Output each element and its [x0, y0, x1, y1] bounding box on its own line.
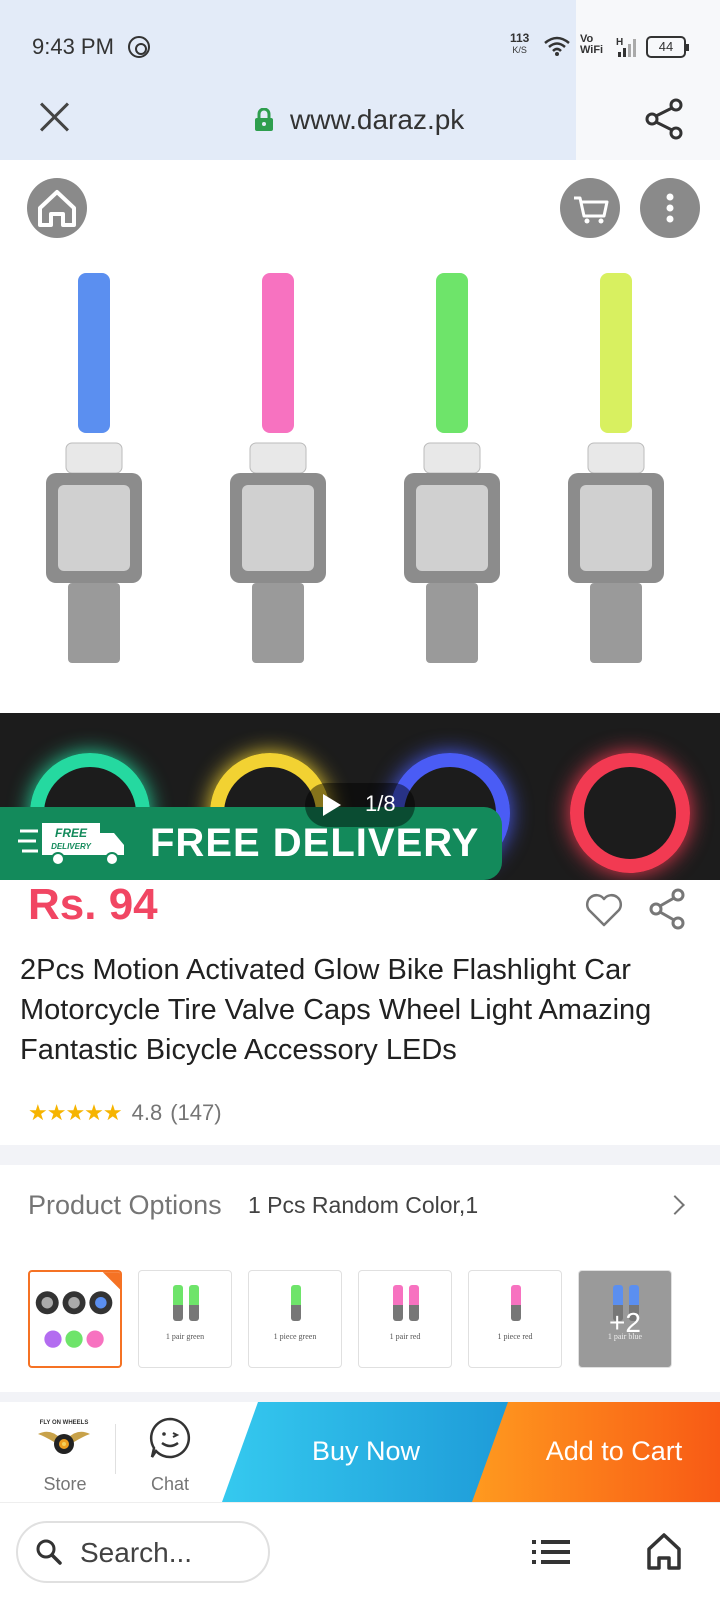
- play-icon: [323, 794, 341, 816]
- home-button[interactable]: [27, 178, 87, 238]
- add-to-cart-button[interactable]: Add to Cart: [472, 1402, 720, 1502]
- lock-icon: [255, 108, 273, 131]
- network-speed: 113 K/S: [510, 32, 529, 56]
- store-logo: FLY ON WHEELS: [38, 1420, 90, 1454]
- whatsapp-icon: [128, 36, 150, 58]
- option-thumbnail[interactable]: 1 pair green: [138, 1270, 232, 1368]
- video-play-button[interactable]: 1/8: [305, 783, 415, 827]
- add-to-cart-label: Add to Cart: [545, 1436, 683, 1466]
- option-thumbnail-more[interactable]: +2 1 pair blue: [578, 1270, 672, 1368]
- status-time: 9:43 PM: [32, 34, 114, 59]
- home-icon: [38, 190, 76, 227]
- network-speed-unit: K/S: [512, 45, 527, 55]
- product-title: 2Pcs Motion Activated Glow Bike Flashlig…: [20, 954, 652, 1066]
- option-caption: 1 piece red: [497, 1332, 533, 1341]
- chat-label: Chat: [150, 1474, 190, 1494]
- valve-light-green: [404, 273, 500, 663]
- image-counter: 1/8: [365, 791, 396, 816]
- option-caption: 1 pair blue: [607, 1332, 643, 1341]
- assorted-caps-image: [35, 1272, 120, 1348]
- option-thumbnail[interactable]: 1 pair red: [358, 1270, 452, 1368]
- product-price: Rs. 94: [28, 880, 158, 929]
- option-caption: 1 pair green: [165, 1332, 205, 1341]
- product-image-gallery[interactable]: FREE DELIVERY FREE DELIVERY 1/8: [0, 163, 720, 880]
- close-button[interactable]: [38, 100, 72, 134]
- search-icon: [36, 1539, 62, 1565]
- store-label: Store: [43, 1474, 87, 1494]
- valve-light-pink: [230, 273, 326, 663]
- option-thumbnails: 1 pair green 1 piece green 1 pair red 1 …: [28, 1270, 672, 1368]
- product-rating[interactable]: ★★★★★ 4.8 (147): [28, 1100, 222, 1126]
- home-icon[interactable]: [646, 1531, 682, 1571]
- vowifi-indicator: Vo WiFi: [580, 34, 603, 56]
- free-delivery-text: FREE DELIVERY: [150, 821, 480, 865]
- section-divider: [0, 1145, 720, 1165]
- wifi-icon: [544, 36, 570, 56]
- section-divider: [0, 1392, 720, 1402]
- free-badge-line2: DELIVERY: [51, 842, 92, 851]
- more-vertical-icon: [666, 193, 674, 223]
- rating-count: (147): [170, 1100, 222, 1125]
- chat-button[interactable]: Chat: [128, 1412, 212, 1497]
- battery-level: 44: [658, 39, 674, 54]
- vowifi-line2: WiFi: [580, 44, 604, 56]
- store-button[interactable]: FLY ON WHEELS Store: [20, 1412, 110, 1497]
- free-badge-line1: FREE: [55, 826, 88, 840]
- rating-stars: ★★★★★: [28, 1100, 123, 1125]
- svg-text:FLY ON WHEELS: FLY ON WHEELS: [40, 1420, 89, 1426]
- valve-light-blue: [46, 273, 142, 663]
- share-icon[interactable]: [648, 888, 686, 930]
- search-input[interactable]: Search...: [16, 1521, 270, 1583]
- option-caption: 1 pair red: [389, 1332, 421, 1341]
- browser-top-area: 9:43 PM 113 K/S Vo WiFi H 44 www.daraz.p…: [0, 0, 720, 160]
- signal-icon: H: [616, 37, 636, 57]
- network-type: H: [616, 37, 623, 48]
- cart-button[interactable]: [560, 178, 620, 238]
- rating-value: 4.8: [131, 1100, 163, 1125]
- option-thumbnail[interactable]: 1 piece green: [248, 1270, 342, 1368]
- chevron-right-icon[interactable]: [665, 1195, 685, 1215]
- cart-icon: [574, 196, 609, 224]
- product-options-value[interactable]: 1 Pcs Random Color,1: [248, 1192, 478, 1219]
- search-placeholder: Search...: [80, 1537, 193, 1568]
- action-divider: [115, 1424, 116, 1474]
- product-options-label[interactable]: Product Options: [28, 1190, 222, 1221]
- share-icon[interactable]: [644, 98, 684, 140]
- chat-icon: [149, 1417, 191, 1459]
- list-icon[interactable]: [532, 1539, 570, 1565]
- free-delivery-banner: FREE DELIVERY FREE DELIVERY: [0, 807, 502, 880]
- battery-icon: 44: [646, 36, 689, 58]
- valve-light-yellow: [568, 273, 664, 663]
- delivery-truck-icon: FREE DELIVERY: [18, 823, 124, 866]
- more-options-button[interactable]: [640, 178, 700, 238]
- bottom-navigation-bar: Search...: [0, 1502, 720, 1600]
- buy-now-button[interactable]: Buy Now: [222, 1402, 510, 1502]
- status-bar-background: [0, 0, 576, 160]
- option-caption: 1 piece green: [273, 1332, 317, 1341]
- heart-icon[interactable]: [584, 892, 624, 928]
- wheel-panel: [540, 713, 720, 880]
- buy-now-label: Buy Now: [311, 1436, 421, 1466]
- option-thumbnail-random[interactable]: [28, 1270, 122, 1368]
- network-speed-value: 113: [510, 31, 530, 45]
- option-thumbnail[interactable]: 1 piece red: [468, 1270, 562, 1368]
- product-action-bar: FLY ON WHEELS Store Chat Buy Now Add to …: [0, 1402, 720, 1502]
- url-text[interactable]: www.daraz.pk: [290, 104, 464, 136]
